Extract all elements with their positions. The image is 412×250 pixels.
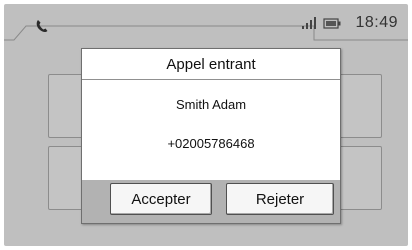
screen: 18:49 Appel entrant Smith Adam +02005786… — [4, 4, 408, 246]
caller-number: +02005786468 — [167, 136, 255, 151]
incoming-call-dialog: Appel entrant Smith Adam +02005786468 Ac… — [81, 48, 341, 224]
caller-name: Smith Adam — [175, 97, 247, 112]
dialog-title: Appel entrant — [82, 49, 340, 80]
accept-button[interactable]: Accepter — [110, 183, 212, 215]
status-area: 18:49 — [301, 14, 398, 32]
signal-strength-icon — [302, 17, 317, 29]
reject-button[interactable]: Rejeter — [226, 183, 334, 215]
phone-icon — [36, 20, 48, 33]
dialog-body: Smith Adam +02005786468 — [82, 80, 340, 180]
battery-icon — [323, 17, 341, 29]
clock: 18:49 — [355, 14, 398, 31]
